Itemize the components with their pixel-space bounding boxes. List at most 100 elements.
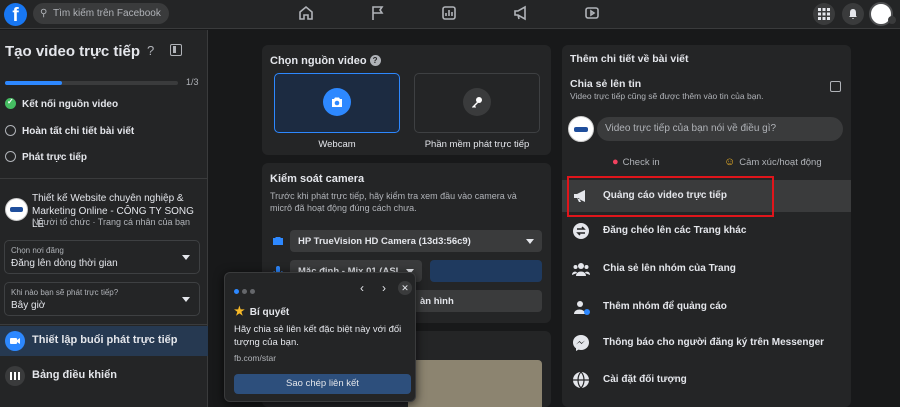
menu-grid-icon[interactable] — [813, 3, 835, 25]
camera-device-icon — [272, 235, 284, 247]
left-sidebar: Tạo video trực tiếp ? 1/3 Kết nối nguồn … — [0, 30, 208, 407]
top-bar: f ⚲ Tìm kiếm trên Facebook — [0, 0, 900, 29]
webcam-option[interactable] — [274, 73, 400, 133]
popup-link: fb.com/star — [234, 353, 277, 363]
select-value: Đăng lên dòng thời gian — [11, 258, 118, 269]
video-preview — [408, 360, 542, 407]
search-placeholder: Tìm kiếm trên Facebook — [53, 8, 161, 19]
option-label: Đăng chéo lên các Trang khác — [603, 225, 747, 236]
next-arrow-icon[interactable]: › — [382, 281, 386, 295]
close-icon[interactable]: ✕ — [398, 281, 412, 295]
option-label: Thêm nhóm để quảng cáo — [603, 301, 727, 312]
crosspost-icon — [572, 222, 590, 240]
mic-level-meter — [430, 260, 542, 282]
camera-select[interactable]: HP TrueVision HD Camera (13d3:56c9) — [290, 230, 542, 252]
streaming-software-option[interactable] — [414, 73, 540, 133]
empty-circle-icon — [5, 125, 16, 136]
popup-body: Hãy chia sẻ liên kết đặc biệt này với đố… — [234, 324, 402, 348]
collapse-panel-icon[interactable] — [170, 44, 182, 56]
check-circle-icon — [5, 97, 16, 109]
prev-arrow-icon[interactable]: ‹ — [360, 281, 364, 295]
post-where-select[interactable]: Chọn nơi đăng Đăng lên dòng thời gian — [4, 240, 200, 274]
card-title: Kiểm soát camera — [270, 173, 365, 185]
option-add-group[interactable]: Thêm nhóm để quảng cáo — [562, 291, 851, 323]
card-title: Thêm chi tiết về bài viết — [570, 53, 689, 65]
step-go-live[interactable]: Phát trực tiếp — [5, 151, 87, 163]
help-icon[interactable]: ? — [147, 43, 154, 58]
share-story-checkbox[interactable] — [830, 81, 841, 92]
tips-popup: ‹ › ✕ ★ Bí quyết Hãy chia sẻ liên kết đặc… — [224, 272, 416, 402]
description-input[interactable]: Video trực tiếp của bạn nói về điều gì? — [597, 117, 843, 141]
insights-icon[interactable] — [441, 5, 461, 23]
share-story-title: Chia sẻ lên tin — [570, 78, 642, 90]
select-value: HP TrueVision HD Camera (13d3:56c9) — [298, 236, 471, 247]
share-story-subtitle: Video trực tiếp cũng sẽ được thêm vào ti… — [570, 91, 764, 101]
webcam-label: Webcam — [318, 139, 356, 150]
profile-avatar[interactable] — [869, 2, 896, 26]
globe-icon — [572, 371, 590, 389]
star-icon: ★ — [234, 304, 245, 318]
divider — [0, 178, 208, 179]
page-logo — [5, 198, 28, 221]
progress-bar — [5, 81, 178, 85]
option-crosspost[interactable]: Đăng chéo lên các Trang khác — [562, 215, 851, 247]
camera-icon — [323, 88, 351, 116]
divider — [0, 324, 208, 325]
location-pin-icon: ● — [612, 156, 619, 168]
bell-icon[interactable] — [842, 3, 864, 25]
step-connect-source[interactable]: Kết nối nguồn video — [5, 97, 119, 110]
option-label: Thông báo cho người đăng ký trên Messeng… — [603, 337, 825, 348]
search-input[interactable]: ⚲ Tìm kiếm trên Facebook — [33, 3, 169, 24]
option-notify-messenger[interactable]: Thông báo cho người đăng ký trên Messeng… — [562, 327, 851, 359]
popup-title: ★ Bí quyết — [234, 304, 290, 318]
streaming-software-label: Phần mềm phát trực tiếp — [424, 139, 530, 150]
option-label: Chia sẻ lên nhóm của Trang — [603, 263, 736, 274]
nav-label: Thiết lập buổi phát trực tiếp — [32, 334, 178, 346]
dashboard-icon — [5, 366, 25, 386]
flag-icon[interactable] — [370, 5, 390, 23]
caret-down-icon — [526, 239, 534, 244]
when-select[interactable]: Khi nào bạn sẽ phát trực tiếp? Bây giờ — [4, 282, 200, 316]
option-label: Cài đặt đối tượng — [603, 374, 687, 385]
post-details-card: Thêm chi tiết về bài viết Chia sẻ lên ti… — [562, 45, 851, 407]
empty-circle-icon — [5, 151, 16, 162]
card-title: Chọn nguồn video? — [270, 55, 381, 67]
option-audience[interactable]: Cài đặt đối tượng — [562, 364, 851, 396]
messenger-icon — [572, 334, 590, 352]
option-share-group[interactable]: Chia sẻ lên nhóm của Trang — [562, 253, 851, 285]
key-icon — [463, 88, 491, 116]
highlight-annotation-box — [567, 176, 774, 217]
caret-down-icon — [182, 255, 190, 260]
copy-link-button[interactable]: Sao chép liên kết — [234, 374, 411, 394]
facebook-logo[interactable]: f — [4, 3, 27, 26]
nav-label: Bảng điều khiển — [32, 369, 117, 381]
page-subtitle: Người tổ chức · Trang cá nhân của bạn — [32, 217, 191, 227]
select-label: Chọn nơi đăng — [11, 246, 64, 255]
step-label: Hoàn tất chi tiết bài viết — [22, 126, 135, 137]
camera-description: Trước khi phát trực tiếp, hãy kiểm tra x… — [270, 191, 517, 213]
megaphone-nav-icon[interactable] — [513, 5, 533, 23]
home-icon[interactable] — [298, 5, 318, 23]
page-title: Tạo video trực tiếp — [5, 43, 141, 60]
checkin-button[interactable]: ● Check in — [612, 156, 660, 168]
search-icon: ⚲ — [40, 8, 48, 19]
watch-icon[interactable] — [584, 5, 604, 23]
step-label: Kết nối nguồn video — [22, 99, 119, 110]
nav-dashboard[interactable]: Bảng điều khiển — [0, 361, 208, 391]
select-label: Khi nào bạn sẽ phát trực tiếp? — [11, 288, 119, 297]
group-icon — [572, 260, 590, 278]
group-add-icon — [572, 298, 590, 316]
caret-down-icon — [182, 297, 190, 302]
smile-icon: ☺ — [724, 156, 736, 168]
feeling-button[interactable]: ☺ Cảm xúc/hoạt động — [724, 156, 822, 168]
button-label: àn hình — [420, 296, 454, 307]
nav-setup-live[interactable]: Thiết lập buổi phát trực tiếp — [0, 326, 208, 356]
step-label: Phát trực tiếp — [22, 152, 88, 163]
step-post-details[interactable]: Hoàn tất chi tiết bài viết — [5, 125, 134, 137]
video-camera-icon — [5, 331, 25, 351]
share-screen-button[interactable]: àn hình — [412, 290, 542, 312]
pager-dots — [234, 285, 258, 297]
video-source-card: Chọn nguồn video? Webcam Phần mềm phát t… — [262, 45, 551, 155]
select-value: Bây giờ — [11, 300, 46, 311]
help-icon[interactable]: ? — [369, 55, 381, 66]
